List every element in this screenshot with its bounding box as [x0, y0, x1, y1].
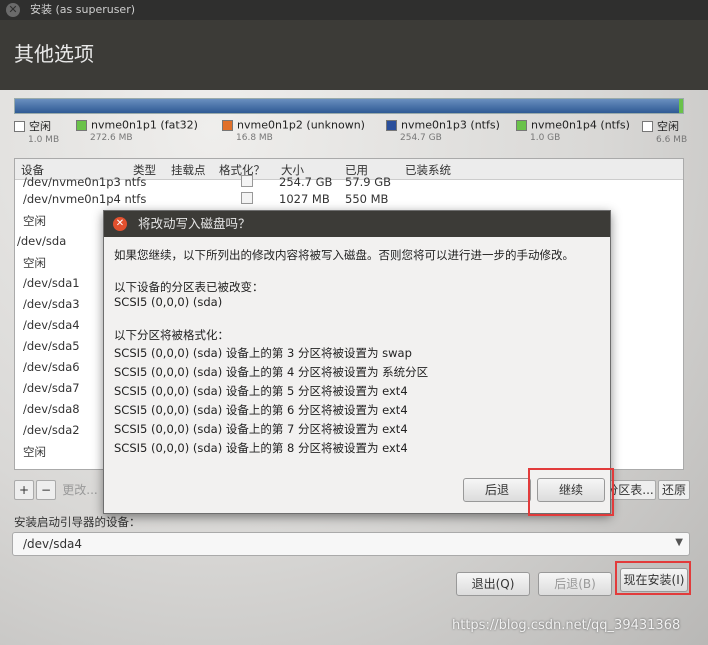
bootloader-label: 安装启动引导器的设备： — [14, 515, 141, 529]
legend-swatch — [76, 119, 87, 131]
window-title: 安装 (as superuser) — [30, 3, 136, 16]
format-line: SCSI5 (0,0,0) (sda) 设备上的第 3 分区将被设置为 swap — [114, 346, 412, 360]
legend-item: nvme0n1p2 (unknown) 16.8 MB — [222, 118, 365, 143]
highlight-box — [528, 468, 614, 516]
changed-device: SCSI5 (0,0,0) (sda) — [114, 295, 223, 309]
legend-swatch — [386, 119, 397, 131]
revert-button[interactable]: 还原 — [658, 480, 690, 500]
legend-swatch — [14, 120, 25, 132]
dialog-back-button[interactable]: 后退 — [463, 478, 531, 502]
remove-partition-button[interactable]: − — [36, 480, 56, 500]
legend-item: nvme0n1p1 (fat32) 272.6 MB — [76, 118, 198, 143]
format-line: SCSI5 (0,0,0) (sda) 设备上的第 4 分区将被设置为 系统分区 — [114, 365, 429, 379]
legend-swatch — [222, 119, 233, 131]
legend-item: nvme0n1p3 (ntfs) 254.7 GB — [386, 118, 500, 143]
format-line: SCSI5 (0,0,0) (sda) 设备上的第 6 分区将被设置为 ext4 — [114, 403, 408, 417]
dialog-titlebar: ✕ 将改动写入磁盘吗？ — [104, 211, 610, 237]
partition-bar — [14, 98, 684, 114]
format-line: SCSI5 (0,0,0) (sda) 设备上的第 7 分区将被设置为 ext4 — [114, 422, 408, 436]
format-checkbox[interactable] — [241, 192, 253, 204]
format-line: SCSI5 (0,0,0) (sda) 设备上的第 5 分区将被设置为 ext4 — [114, 384, 408, 398]
close-icon[interactable]: ✕ — [113, 217, 127, 231]
legend-item: nvme0n1p4 (ntfs) 1.0 GB — [516, 118, 630, 143]
change-partition-button[interactable]: 更改... — [58, 480, 102, 500]
close-icon[interactable]: ✕ — [6, 3, 20, 17]
partition-legend: 空闲 1.0 MB nvme0n1p1 (fat32) 272.6 MB nvm… — [14, 118, 694, 158]
back-button[interactable]: 后退(B) — [538, 572, 612, 596]
bootloader-value: /dev/sda4 — [23, 537, 83, 551]
format-checkbox[interactable] — [241, 175, 253, 187]
format-heading: 以下分区将被格式化： — [114, 328, 229, 342]
watermark: https://blog.csdn.net/qq_39431368 — [452, 618, 681, 633]
format-line: SCSI5 (0,0,0) (sda) 设备上的第 8 分区将被设置为 ext4 — [114, 441, 408, 455]
legend-item: 空闲 1.0 MB — [14, 118, 59, 145]
page-header: 其他选项 — [0, 20, 708, 90]
legend-swatch — [516, 119, 527, 131]
quit-button[interactable]: 退出(Q) — [456, 572, 530, 596]
highlight-box — [615, 561, 691, 595]
dialog-intro: 如果您继续，以下所列出的修改内容将被写入磁盘。否则您将可以进行进一步的手动修改。 — [114, 248, 574, 262]
legend-swatch — [642, 120, 653, 132]
table-row[interactable]: /dev/nvme0n1p4 ntfs 1027 MB 550 MB — [15, 190, 683, 211]
bootloader-device-select[interactable]: /dev/sda4 ▼ — [12, 532, 690, 556]
changed-heading: 以下设备的分区表已被改变： — [114, 280, 264, 294]
legend-item: 空闲 6.6 MB — [642, 118, 687, 145]
page-title: 其他选项 — [14, 42, 94, 66]
partition-bar-segment — [679, 99, 683, 113]
window-titlebar: ✕ 安装 (as superuser) — [0, 0, 708, 20]
dialog-title: 将改动写入磁盘吗？ — [138, 216, 251, 231]
add-partition-button[interactable]: + — [14, 480, 34, 500]
dropdown-arrow-icon: ▼ — [675, 537, 683, 548]
